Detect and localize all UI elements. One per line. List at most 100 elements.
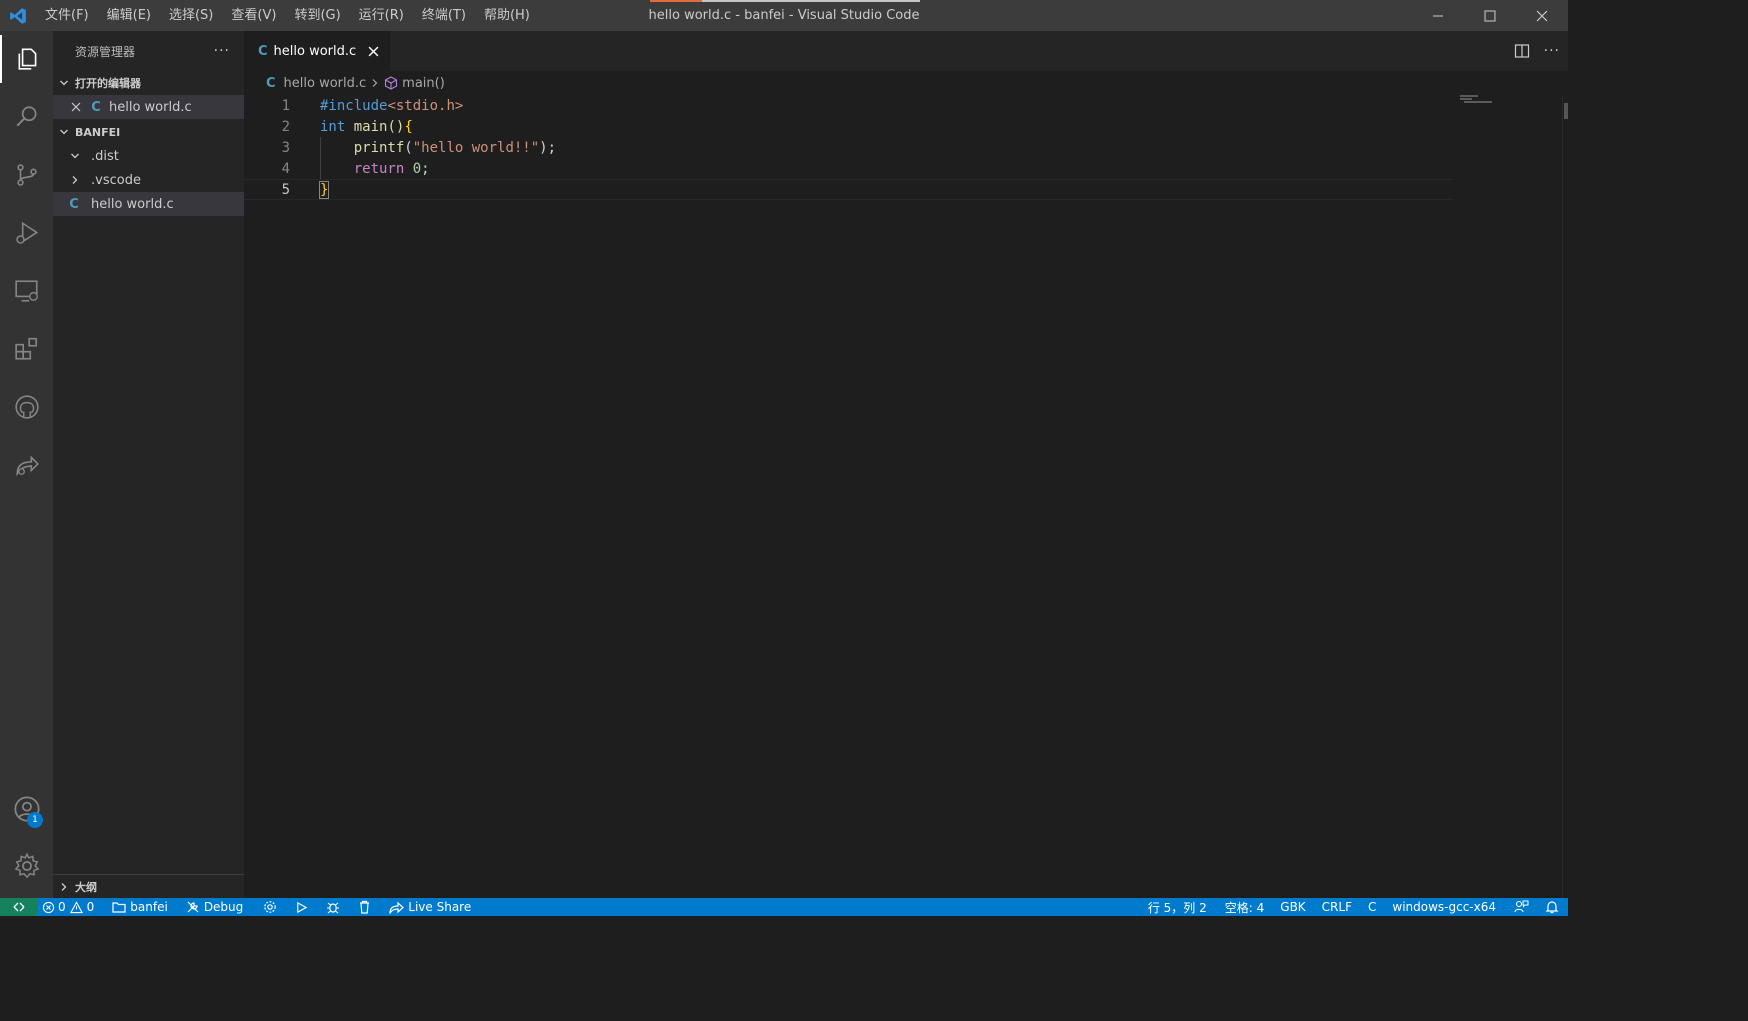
menu-selection[interactable]: 选择(S) [160, 0, 222, 31]
feedback-icon [1514, 900, 1529, 913]
warning-icon [69, 900, 83, 913]
menu-terminal[interactable]: 终端(T) [413, 0, 475, 31]
remote-indicator-button[interactable] [0, 898, 37, 916]
remote-explorer-icon [14, 280, 38, 302]
live-share-icon [389, 901, 405, 914]
activity-bar: 1 [0, 31, 53, 898]
encoding-status[interactable]: GBK [1275, 898, 1310, 916]
folder-name: banfei [130, 900, 168, 914]
folder-header[interactable]: BANFEI [53, 120, 244, 144]
debug-button[interactable] [321, 898, 345, 916]
language-status[interactable]: C [1363, 898, 1381, 916]
tree-item-label: .vscode [91, 172, 141, 188]
run-debug-button[interactable] [0, 209, 53, 257]
clean-button[interactable] [353, 898, 376, 916]
live-share-icon [15, 455, 39, 477]
title-accent-bar [650, 0, 920, 2]
minimize-icon [1433, 15, 1443, 16]
split-editor-icon [1514, 44, 1529, 58]
search-button[interactable] [0, 93, 53, 141]
remote-explorer-button[interactable] [0, 267, 53, 315]
breadcrumb-symbol[interactable]: main() [402, 76, 445, 91]
indentation-status[interactable]: 空格: 4 [1220, 898, 1270, 916]
menu-run[interactable]: 运行(R) [350, 0, 413, 31]
menu-help[interactable]: 帮助(H) [475, 0, 539, 31]
code-line[interactable]: 2 int main(){ [244, 116, 1454, 137]
folder-label: BANFEI [75, 125, 121, 139]
scrollbar-thumb[interactable] [1564, 103, 1568, 119]
notifications-button[interactable] [1540, 898, 1564, 916]
maximize-button[interactable] [1464, 0, 1516, 31]
tab-hello-world[interactable]: C hello world.c [244, 31, 390, 71]
code-line[interactable]: 1 #include<stdio.h> [244, 95, 1454, 116]
close-icon [71, 102, 81, 112]
run-button[interactable] [290, 898, 313, 916]
minimize-button[interactable] [1412, 0, 1464, 31]
line-number: 2 [281, 118, 290, 135]
code-line[interactable]: 3 printf("hello world!!"); [244, 137, 1454, 158]
menu-view[interactable]: 查看(V) [222, 0, 285, 31]
extensions-button[interactable] [0, 325, 53, 373]
remote-icon [13, 902, 24, 912]
close-editor-button[interactable] [53, 102, 87, 112]
build-config-label: Debug [203, 900, 244, 914]
problems-indicator[interactable]: 0 0 [37, 898, 99, 916]
code-line-current[interactable]: 5 } [244, 179, 1454, 200]
feedback-button[interactable] [1509, 898, 1534, 916]
breadcrumb-file[interactable]: hello world.c [284, 76, 367, 91]
tree-item-dist[interactable]: .dist [53, 144, 244, 168]
code-line[interactable]: 4 return 0; [244, 158, 1454, 179]
accounts-button[interactable]: 1 [0, 785, 53, 833]
line-number: 3 [281, 139, 290, 156]
outline-header[interactable]: 大纲 [53, 874, 244, 898]
folder-status[interactable]: banfei [107, 898, 173, 916]
code-editor[interactable]: 1 #include<stdio.h> 2 int main(){ 3 prin… [244, 95, 1454, 200]
more-actions-button[interactable]: ··· [214, 43, 230, 59]
open-editor-label: hello world.c [109, 99, 192, 115]
tree-item-hello-world[interactable]: C hello world.c [53, 192, 244, 216]
live-share-status[interactable]: Live Share [384, 898, 476, 916]
source-control-icon [16, 164, 37, 186]
tab-label: hello world.c [273, 43, 357, 59]
tree-item-label: .dist [91, 148, 119, 164]
eol-status[interactable]: CRLF [1317, 898, 1357, 916]
menu-file[interactable]: 文件(F) [36, 0, 98, 31]
explorer-button[interactable] [0, 35, 53, 83]
sidebar-header: 资源管理器 ··· [53, 31, 244, 71]
build-settings-button[interactable] [258, 898, 282, 916]
open-editors-header[interactable]: 打开的编辑器 [53, 71, 244, 95]
tree-item-vscode[interactable]: .vscode [53, 168, 244, 192]
maximize-icon [1484, 10, 1496, 21]
chevron-down-icon [53, 78, 75, 88]
editor-area: C hello world.c ··· C hello world.c main… [244, 31, 1568, 898]
bug-icon [327, 902, 340, 914]
status-bar: 0 0 banfei Debug Live Share 行 5，列 2 空格: … [0, 898, 1568, 916]
github-button[interactable] [0, 383, 53, 431]
open-editors-label: 打开的编辑器 [75, 77, 141, 90]
open-editor-item[interactable]: C hello world.c [53, 95, 244, 119]
extensions-icon [14, 337, 37, 360]
trash-icon [360, 900, 370, 914]
close-window-button[interactable] [1516, 0, 1568, 31]
split-editor-button[interactable] [1514, 43, 1530, 59]
compiler-status[interactable]: windows-gcc-x64 [1387, 898, 1501, 916]
editor-tabs: C hello world.c ··· [244, 31, 1568, 71]
close-tab-button[interactable] [368, 46, 379, 57]
menu-go[interactable]: 转到(G) [285, 0, 349, 31]
c-file-icon: C [266, 75, 276, 91]
minimap[interactable] [1460, 95, 1556, 107]
chevron-right-icon [53, 882, 75, 892]
live-share-button[interactable] [0, 441, 53, 489]
source-control-button[interactable] [0, 151, 53, 199]
vertical-scrollbar[interactable] [1562, 95, 1568, 898]
explorer-sidebar: 资源管理器 ··· 打开的编辑器 C hello world.c BANFEI … [53, 31, 244, 898]
cursor-position[interactable]: 行 5，列 2 [1143, 898, 1212, 916]
build-config-status[interactable]: Debug [181, 898, 248, 916]
editor-more-button[interactable]: ··· [1544, 43, 1560, 59]
line-number: 4 [281, 160, 290, 177]
manage-button[interactable] [0, 842, 53, 890]
error-count: 0 [58, 900, 66, 914]
menu-edit[interactable]: 编辑(E) [98, 0, 160, 31]
chevron-down-icon [53, 151, 87, 161]
line-number: 1 [281, 97, 290, 114]
